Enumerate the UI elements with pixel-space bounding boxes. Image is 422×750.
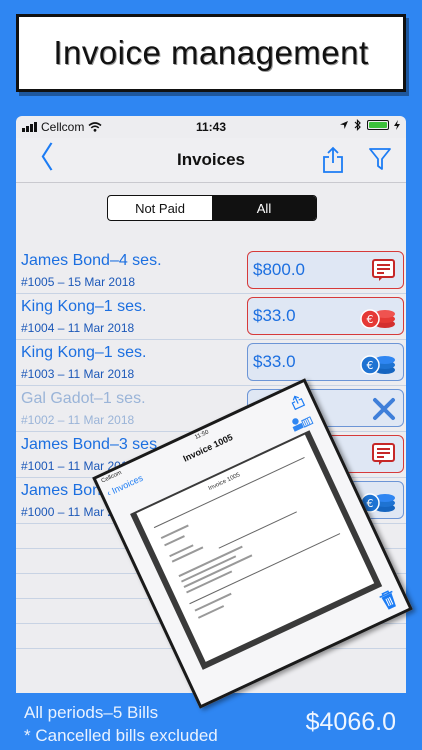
document-rule — [189, 533, 341, 605]
svg-text:€: € — [367, 313, 374, 326]
svg-text:€: € — [367, 497, 374, 510]
segment-all[interactable]: All — [212, 196, 316, 220]
invoice-amount-button[interactable]: $800.0 — [247, 251, 404, 289]
invoice-amount: $33.0 — [253, 306, 296, 325]
navigation-bar: 〈 Invoices — [16, 138, 406, 183]
bluetooth-icon — [354, 119, 361, 131]
invoice-number-date: #1004 – 11 Mar 2018 — [21, 321, 135, 335]
invoice-client: James Bond–3 ses. — [21, 436, 162, 453]
invoice-icon — [372, 259, 395, 281]
battery-icon — [367, 120, 389, 130]
document-text-line — [164, 535, 185, 547]
invoice-number-date: #1005 – 15 Mar 2018 — [21, 275, 136, 289]
cancelled-note: * Cancelled bills excluded — [24, 726, 218, 745]
invoice-client: King Kong–1 ses. — [21, 344, 147, 361]
stamp-icon[interactable] — [288, 411, 314, 433]
paid-filter-segmented-control: Not Paid All — [107, 195, 317, 221]
coins-icon: € — [360, 309, 395, 329]
status-bar: Cellcom 11:43 — [16, 116, 406, 138]
share-icon[interactable] — [322, 146, 344, 174]
document-rule — [218, 511, 297, 549]
document-text-line — [183, 554, 253, 588]
invoice-number-date: #1003 – 11 Mar 2018 — [21, 367, 135, 381]
invoice-number-date: #1002 – 11 Mar 2018 — [21, 413, 135, 427]
charging-icon — [394, 120, 400, 130]
promo-banner: Invoice management — [16, 14, 406, 92]
invoice-client: King Kong–1 ses. — [21, 298, 147, 315]
invoice-client: James Bond–4 ses. — [21, 252, 162, 269]
invoice-row[interactable]: James Bond–4 ses. #1005 – 15 Mar 2018 $8… — [16, 248, 406, 294]
page-title: Invoices — [176, 150, 246, 169]
invoice-amount-button[interactable]: $33.0 € — [247, 343, 404, 381]
svg-text:€: € — [367, 359, 374, 372]
banner-title: Invoice management — [53, 34, 369, 71]
filter-icon[interactable] — [368, 146, 392, 172]
trash-icon[interactable] — [376, 587, 401, 613]
invoice-row[interactable]: King Kong–1 ses. #1003 – 11 Mar 2018 $33… — [16, 340, 406, 386]
bills-count: All periods–5 Bills — [24, 703, 159, 722]
cancel-x-icon — [373, 398, 395, 420]
invoice-amount: $800.0 — [253, 260, 305, 279]
total-amount: $4066.0 — [305, 708, 396, 736]
invoice-row[interactable]: King Kong–1 ses. #1004 – 11 Mar 2018 $33… — [16, 294, 406, 340]
location-icon — [340, 121, 348, 129]
invoice-amount-button[interactable]: $33.0 € — [247, 297, 404, 335]
invoice-icon — [372, 443, 395, 465]
coins-icon: € — [360, 355, 395, 375]
segment-not-paid[interactable]: Not Paid — [108, 196, 212, 220]
invoice-client: Gal Gadot–1 ses. — [21, 390, 146, 407]
invoice-amount: $33.0 — [253, 352, 296, 371]
